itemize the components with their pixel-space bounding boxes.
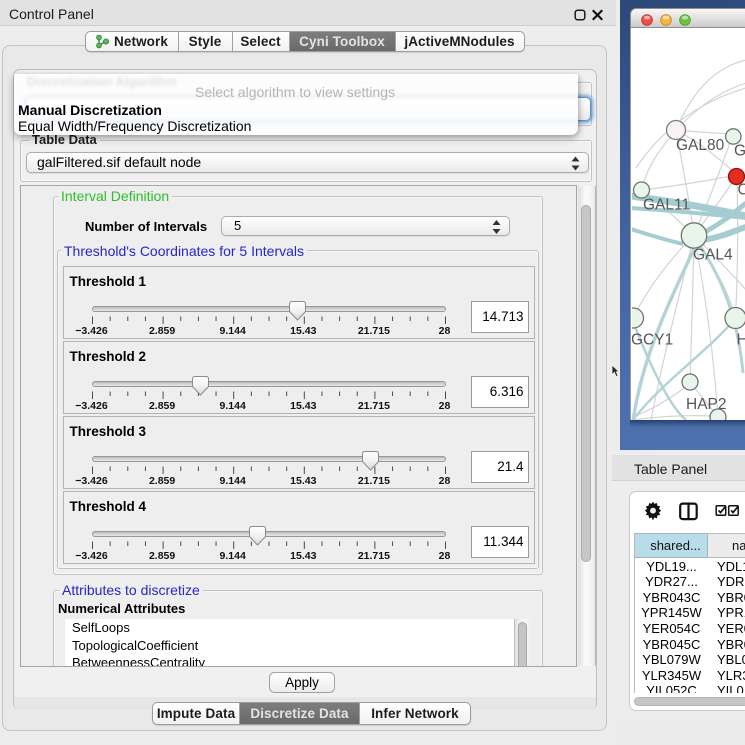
svg-text:C: C [738,182,745,199]
svg-text:HAP2: HAP2 [686,396,727,413]
svg-text:GCY1: GCY1 [632,332,673,349]
svg-text:GAL11: GAL11 [643,197,690,214]
svg-text:HIS4: HIS4 [737,332,745,349]
svg-text:GA: GA [734,143,745,160]
svg-text:GAL4: GAL4 [693,247,733,264]
svg-text:GAL80: GAL80 [676,137,725,154]
